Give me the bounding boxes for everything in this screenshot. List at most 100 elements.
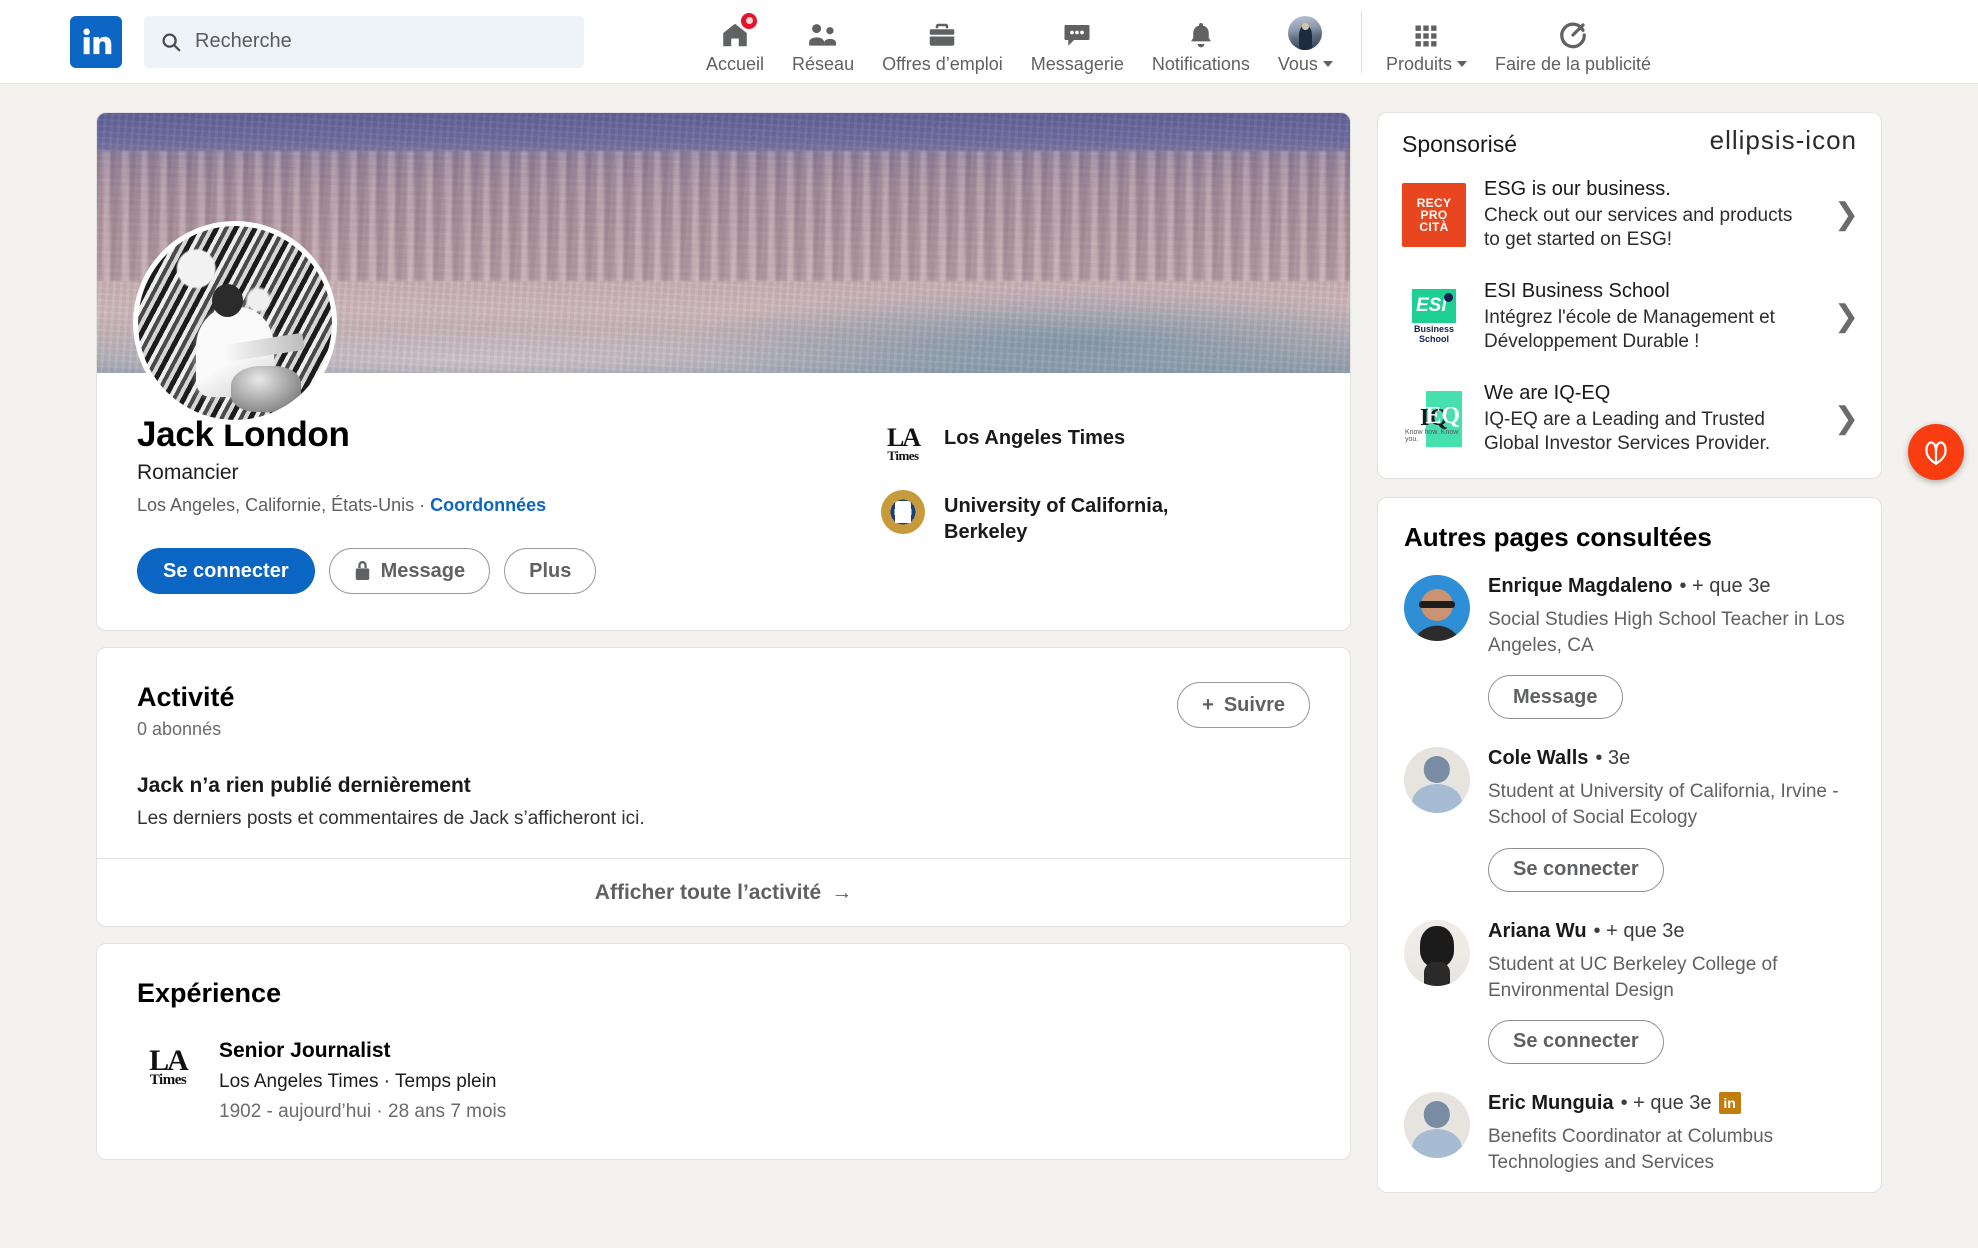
linkedin-logo-icon[interactable]	[70, 15, 122, 68]
nav-item-produits[interactable]: Produits	[1372, 0, 1481, 84]
person-name-row: Enrique Magdaleno • + que 3e	[1488, 575, 1855, 598]
nav-label-faire-de-la-publicite: Faire de la publicité	[1494, 54, 1652, 74]
sponsored-ad-row[interactable]: IQ EQ Know how. Know you. We are IQ-EQ I…	[1378, 368, 1881, 478]
nav-divider	[1360, 10, 1362, 73]
sponsored-ad-text: ESG is our business. Check out our servi…	[1484, 178, 1810, 252]
right-sidebar: Sponsorisé ellipsis-icon RECY PRO CITÀ E…	[1377, 112, 1882, 1211]
other-pages-viewed-card: Autres pages consultées Enrique Magdalen…	[1377, 496, 1882, 1194]
network-people-icon	[807, 16, 839, 50]
avatar-ariana-wu	[1404, 919, 1470, 986]
main-column: Jack London Romancier Los Angeles, Calif…	[96, 112, 1351, 1161]
message-button[interactable]: Message	[1488, 675, 1623, 720]
person-degree: • + que 3e	[1679, 574, 1771, 597]
affiliation-name: University of California, Berkeley	[944, 495, 1169, 543]
avatar-generic-placeholder	[1404, 747, 1470, 814]
nav-item-messagerie[interactable]: Messagerie	[1017, 0, 1138, 84]
message-button[interactable]: Message	[328, 548, 491, 595]
nav-item-accueil[interactable]: Accueil	[692, 0, 778, 84]
experience-company: Los Angeles Times · Temps plein	[219, 1071, 497, 1093]
notification-badge-dot	[739, 11, 760, 31]
cover-photo[interactable]	[97, 113, 1350, 425]
message-bubble-icon	[1062, 16, 1092, 50]
connect-button[interactable]: Se connecter	[137, 548, 315, 595]
experience-title: Expérience	[137, 978, 282, 1009]
nav-item-reseau[interactable]: Réseau	[778, 0, 868, 84]
experience-item[interactable]: LA Times Senior Journalist Los Angeles Ti…	[137, 1039, 1310, 1129]
location-separator: ·	[414, 495, 431, 516]
nav-label-produits: Produits	[1386, 55, 1467, 73]
activity-title: Activité	[137, 682, 235, 713]
arrow-right-icon: →	[831, 880, 853, 904]
sponsored-ad-row[interactable]: RECY PRO CITÀ ESG is our business. Check…	[1378, 164, 1881, 266]
chevron-right-icon[interactable]: ❯	[1828, 401, 1859, 436]
la-times-logo-icon: LA Times	[886, 423, 921, 463]
recyprocita-logo-icon: RECY PRO CITÀ	[1402, 182, 1466, 247]
person-name-row: Cole Walls • 3e	[1488, 747, 1855, 770]
page-content: Jack London Romancier Los Angeles, Calif…	[0, 84, 1978, 1211]
advertise-target-icon	[1558, 16, 1588, 50]
sponsored-ad-description: Intégrez l'école de Management et Dévelo…	[1484, 306, 1775, 352]
chevron-right-icon[interactable]: ❯	[1828, 299, 1859, 334]
nav-item-faire-de-la-publicite[interactable]: Faire de la publicité	[1481, 0, 1665, 84]
grid-apps-icon	[1412, 16, 1440, 50]
ellipsis-icon[interactable]: ellipsis-icon	[1710, 127, 1857, 157]
primary-nav-items: Accueil Réseau Offres d’emploi Messageri…	[692, 0, 1665, 84]
nav-label-accueil: Accueil	[706, 54, 765, 74]
esi-sub-line-2: School	[1418, 333, 1449, 344]
profile-identity: Jack London Romancier Los Angeles, Calif…	[137, 415, 880, 595]
sponsored-ad-title: ESG is our business.	[1484, 178, 1671, 200]
experience-card: Expérience LA Times Senior Journalist Los…	[96, 943, 1351, 1161]
sponsored-header: Sponsorisé ellipsis-icon	[1378, 113, 1881, 164]
sponsored-ad-description: IQ-EQ are a Leading and Trusted Global I…	[1484, 408, 1771, 454]
avatar	[1288, 16, 1323, 50]
activity-empty-title: Jack n’a rien publié dernièrement	[137, 774, 471, 798]
list-item[interactable]: Cole Walls • 3e Student at University of…	[1378, 735, 1881, 907]
experience-dates: 1902 - aujourd’hui · 28 ans 7 mois	[219, 1101, 507, 1123]
connect-button[interactable]: Se connecter	[1488, 1019, 1664, 1064]
nav-item-offres-emploi[interactable]: Offres d’emploi	[868, 0, 1017, 84]
experience-item-body: Senior Journalist Los Angeles Times · Te…	[219, 1039, 506, 1123]
list-item[interactable]: Eric Munguia • + que 3e in Benefits Coor…	[1378, 1080, 1881, 1192]
show-all-activity-link[interactable]: Afficher toute l’activité →	[97, 858, 1350, 926]
activity-section: Activité 0 abonnés + Suivre Jack n’a rie…	[97, 648, 1350, 830]
butterfly-assistant-icon[interactable]	[1908, 424, 1964, 480]
recy-line-1: RECY	[1416, 195, 1452, 210]
person-body: Ariana Wu • + que 3e Student at UC Berke…	[1488, 920, 1855, 1064]
person-description: Student at University of California, Irv…	[1488, 781, 1839, 829]
affiliation-row[interactable]: LA Times Los Angeles Times	[880, 421, 1310, 467]
person-description: Social Studies High School Teacher in Lo…	[1488, 608, 1845, 656]
affiliation-row[interactable]: University of California, Berkeley	[880, 489, 1310, 545]
message-button-label: Message	[380, 559, 466, 582]
profile-photo-detail-plank	[222, 332, 306, 363]
person-name: Enrique Magdaleno	[1488, 574, 1673, 597]
list-item[interactable]: Enrique Magdaleno • + que 3e Social Stud…	[1378, 563, 1881, 735]
chevron-down-icon	[1322, 61, 1333, 67]
sponsored-ad-title: ESI Business School	[1484, 279, 1670, 302]
person-name-row: Ariana Wu • + que 3e	[1488, 920, 1855, 943]
profile-photo-image	[138, 226, 332, 420]
sponsored-ad-row[interactable]: Business School ESI Business School Inté…	[1378, 266, 1881, 368]
profile-photo[interactable]	[133, 221, 337, 425]
nav-item-notifications[interactable]: Notifications	[1138, 0, 1264, 84]
search-input[interactable]	[195, 30, 568, 53]
follow-button[interactable]: + Suivre	[1177, 682, 1310, 729]
chevron-right-icon[interactable]: ❯	[1828, 197, 1859, 232]
search-icon	[160, 31, 182, 53]
contact-info-link[interactable]: Coordonnées	[430, 495, 546, 515]
experience-role: Senior Journalist	[219, 1039, 391, 1063]
nav-label-notifications: Notifications	[1151, 54, 1250, 74]
person-description: Benefits Coordinator at Columbus Technol…	[1488, 1125, 1774, 1174]
list-item[interactable]: Ariana Wu • + que 3e Student at UC Berke…	[1378, 908, 1881, 1080]
search-box[interactable]	[144, 15, 584, 68]
more-button[interactable]: Plus	[504, 548, 597, 595]
person-body: Enrique Magdaleno • + que 3e Social Stud…	[1488, 575, 1855, 720]
recy-line-3: CITÀ	[1419, 220, 1449, 235]
nav-item-vous[interactable]: Vous	[1264, 0, 1347, 84]
nav-label-vous: Vous	[1278, 55, 1333, 73]
connect-button[interactable]: Se connecter	[1488, 847, 1664, 892]
sponsored-ad-title: We are IQ-EQ	[1484, 381, 1611, 404]
nav-label-messagerie: Messagerie	[1030, 54, 1124, 74]
person-degree: • + que 3e	[1593, 919, 1685, 942]
sponsored-ad-description: Check out our services and products to g…	[1484, 205, 1793, 250]
person-name: Cole Walls	[1488, 747, 1589, 770]
